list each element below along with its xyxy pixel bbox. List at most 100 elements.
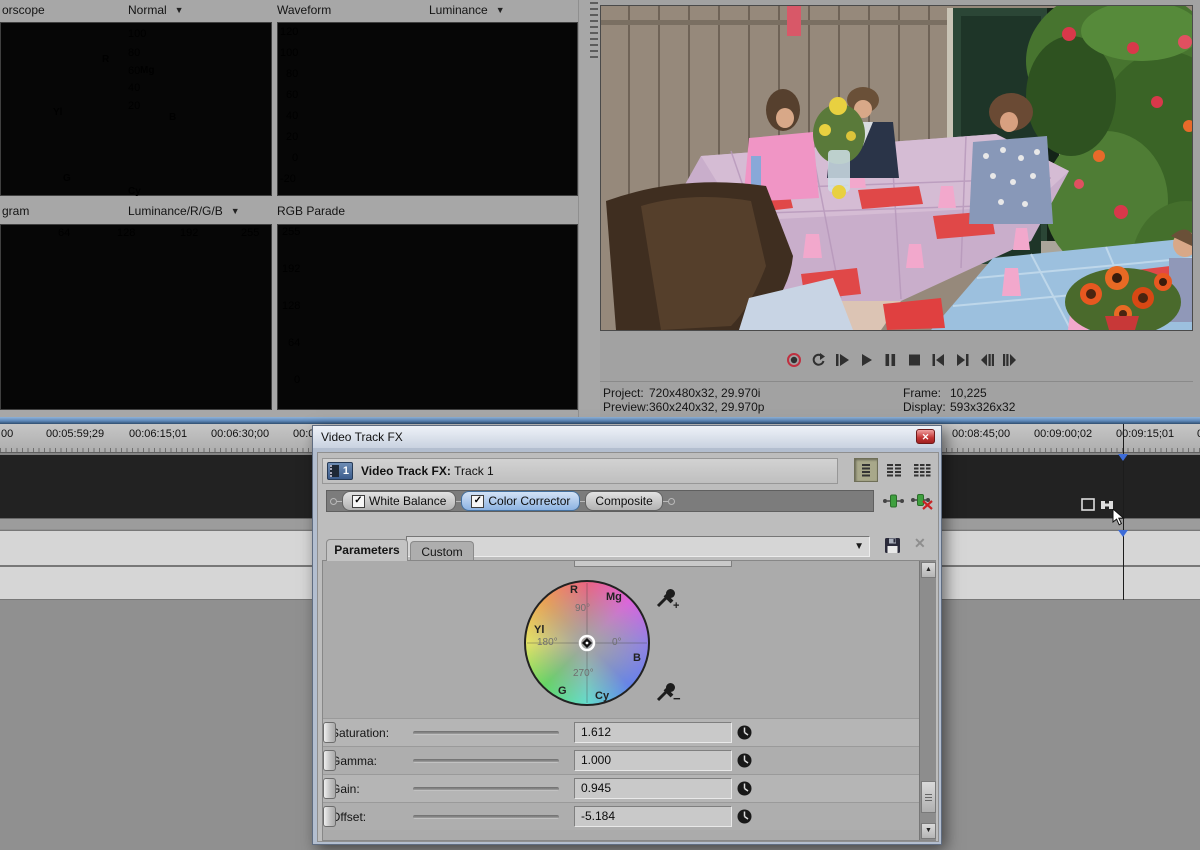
remove-plugin-icon[interactable] <box>910 492 934 510</box>
offset-value-field[interactable]: -5.184 <box>574 806 732 827</box>
fx-chain-color-corrector[interactable]: ✓ Color Corrector <box>461 491 580 511</box>
display-info-value: 593x326x32 <box>950 400 1015 414</box>
param-row-saturation: Saturation: 1.612 <box>323 718 919 746</box>
vs-target-b: B <box>169 112 176 123</box>
parade-scale: 128 <box>282 300 300 312</box>
wf-scale: 100 <box>280 47 298 59</box>
view-three-column-button[interactable] <box>910 458 934 482</box>
ruler-label: 00:08:45;00 <box>952 428 1010 440</box>
slider-thumb[interactable] <box>323 806 336 827</box>
hist-scale: 192 <box>180 227 198 239</box>
animate-clock-icon[interactable] <box>736 808 753 825</box>
dialog-titlebar[interactable]: Video Track FX ✕ <box>313 426 941 448</box>
go-to-end-button[interactable] <box>954 352 971 368</box>
gamma-slider[interactable] <box>413 759 559 763</box>
wheel-label-cy: Cy <box>595 690 609 702</box>
wheel-angle-0: 0° <box>612 637 622 648</box>
preview-info-label: Preview: <box>603 400 649 414</box>
fx-chain-label: White Balance <box>369 494 446 508</box>
slider-thumb[interactable] <box>323 778 336 799</box>
gain-value-field[interactable]: 0.945 <box>574 778 732 799</box>
wf-scale: 120 <box>280 26 298 38</box>
color-wheel[interactable]: R Mg Yl B G Cy 90° 180° 0° 270° <box>524 580 650 706</box>
fx-header-bold: Video Track FX: <box>361 464 451 478</box>
event-pan-crop-icon[interactable] <box>1080 497 1116 513</box>
hist-scale: 64 <box>58 227 70 239</box>
ruler-label: 00:09:15;01 <box>1116 428 1174 440</box>
fx-chain-composite[interactable]: Composite <box>585 491 662 511</box>
vs-ring-80: 80 <box>128 47 140 59</box>
rgb-parade-display: 255 192 128 64 0 <box>277 224 578 410</box>
scroll-down-icon[interactable]: ▼ <box>921 823 936 839</box>
preview-video-image <box>601 6 1192 330</box>
save-preset-icon[interactable] <box>884 537 901 554</box>
gain-slider[interactable] <box>413 787 559 791</box>
go-to-start-button[interactable] <box>930 352 947 368</box>
project-info-label: Project: <box>603 386 644 400</box>
tab-parameters[interactable]: Parameters <box>326 539 408 561</box>
loop-playback-button[interactable] <box>810 352 827 368</box>
vertical-scrollbar[interactable]: ▲ ▼ <box>919 561 936 840</box>
scrollbar-thumb[interactable] <box>921 781 936 813</box>
chevron-down-icon: ▼ <box>854 541 864 552</box>
previous-frame-button[interactable] <box>978 352 995 368</box>
chain-node-icon <box>330 498 337 505</box>
param-label: Gamma: <box>331 754 377 768</box>
play-button[interactable] <box>858 352 875 368</box>
preview-info-value: 360x240x32, 29.970p <box>649 400 764 414</box>
checkbox-checked-icon[interactable]: ✓ <box>352 495 365 508</box>
chain-node-icon <box>668 498 675 505</box>
wf-scale: 80 <box>286 68 298 80</box>
gamma-value-field[interactable]: 1.000 <box>574 750 732 771</box>
add-plugin-icon[interactable] <box>882 492 906 510</box>
animate-clock-icon[interactable] <box>736 752 753 769</box>
ruler-label: 00:09:00;02 <box>1034 428 1092 440</box>
histogram-mode-dropdown[interactable]: Luminance/R/G/B▼ <box>128 204 240 218</box>
animate-clock-icon[interactable] <box>736 724 753 741</box>
histogram-title: gram <box>2 204 29 218</box>
preset-dropdown[interactable]: (Default) ▼ <box>406 536 870 557</box>
tab-label: Custom <box>421 545 462 559</box>
ruler-label: 00:06:15;01 <box>129 428 187 440</box>
animate-clock-icon[interactable] <box>736 780 753 797</box>
view-single-column-button[interactable] <box>854 458 878 482</box>
slider-thumb[interactable] <box>323 722 336 743</box>
histogram-display: 64 128 192 255 <box>0 224 272 410</box>
stop-button[interactable] <box>906 352 923 368</box>
vs-ring-60: 60 <box>128 65 140 77</box>
waveform-mode-dropdown[interactable]: Luminance▼ <box>429 3 505 17</box>
chevron-down-icon: ▼ <box>231 206 240 216</box>
fx-chain-bar: ✓ White Balance ✓ Color Corrector Compos… <box>326 490 874 512</box>
fx-header-text: Video Track FX: Track 1 <box>361 464 494 478</box>
checkbox-checked-icon[interactable]: ✓ <box>471 495 484 508</box>
scroll-up-icon[interactable]: ▲ <box>921 562 936 578</box>
vs-target-yl: Yl <box>53 107 62 118</box>
param-row-gamma: Gamma: 1.000 <box>323 746 919 774</box>
delete-preset-icon[interactable]: ✕ <box>914 535 926 552</box>
view-two-column-button[interactable] <box>882 458 906 482</box>
next-frame-button[interactable] <box>1002 352 1019 368</box>
eyedropper-subtract-icon[interactable]: − <box>655 679 681 705</box>
clipped-value-box <box>574 561 732 567</box>
vs-target-g: G <box>63 173 71 184</box>
hist-scale: 255 <box>241 227 259 239</box>
vs-target-r: R <box>102 54 109 65</box>
wheel-label-r: R <box>570 584 578 596</box>
tab-custom[interactable]: Custom <box>410 541 474 561</box>
vectorscope-mode-dropdown[interactable]: Normal▼ <box>128 3 184 17</box>
pause-button[interactable] <box>882 352 899 368</box>
fx-chain-white-balance[interactable]: ✓ White Balance <box>342 491 456 511</box>
play-from-start-button[interactable] <box>834 352 851 368</box>
slider-thumb[interactable] <box>323 750 336 771</box>
eyedropper-add-icon[interactable]: + <box>655 585 681 611</box>
preview-video[interactable] <box>600 5 1193 331</box>
record-button[interactable] <box>786 352 803 368</box>
wf-scale: 20 <box>286 131 298 143</box>
filmstrip-icon <box>330 465 339 477</box>
close-icon[interactable]: ✕ <box>916 429 935 444</box>
wf-scale: -20 <box>280 173 296 185</box>
saturation-value-field[interactable]: 1.612 <box>574 722 732 743</box>
panel-splitter[interactable] <box>578 0 602 417</box>
saturation-slider[interactable] <box>413 731 559 735</box>
offset-slider[interactable] <box>413 815 559 819</box>
